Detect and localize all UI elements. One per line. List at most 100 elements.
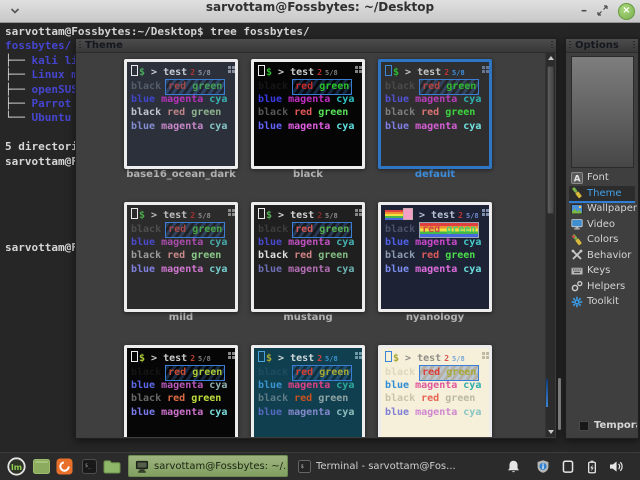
sidebar-item-video[interactable]: Video xyxy=(569,217,635,233)
sidebar-item-label: Theme xyxy=(587,188,622,199)
theme-panel-title: Theme xyxy=(76,39,556,53)
options-list: AFont Theme Wallpaper Video Colors BehaviorKe… xyxy=(569,170,635,310)
temporary-checkbox[interactable] xyxy=(579,421,589,431)
battery-icon[interactable] xyxy=(583,458,600,475)
keys-icon xyxy=(571,265,584,277)
taskbar-window-1[interactable]: sarvottam@Fossbytes: ~/... xyxy=(128,455,288,477)
launcher-green-app[interactable] xyxy=(31,456,51,476)
cursor-block-icon xyxy=(258,351,265,362)
theme-cell: $ > test25/8blackred greenblue magenta c… xyxy=(378,345,492,437)
mini-terminal-icon: $_ xyxy=(82,459,97,474)
scroll-down-icon[interactable] xyxy=(546,426,555,437)
theme-tile-mild[interactable]: $ > test25/8blackred greenblue magenta c… xyxy=(124,202,238,312)
tabs-grid-icon xyxy=(355,66,358,69)
green-app-icon xyxy=(33,459,50,474)
temporary-option[interactable]: Temporary xyxy=(579,420,637,431)
theme-tile-partial[interactable]: $ > test25/8blackred greenblue magenta c… xyxy=(378,345,492,437)
sidebar-item-colors[interactable]: Colors xyxy=(569,232,635,248)
wallpaper-icon xyxy=(571,203,584,215)
cursor-block-icon xyxy=(258,65,265,76)
theme-cell: $ > test25/8blackred greenblue magenta c… xyxy=(124,59,238,189)
volume-icon[interactable] xyxy=(607,458,624,475)
cursor-block-icon xyxy=(131,208,138,219)
scrollbar-accent xyxy=(546,379,548,407)
theme-cell: $ > test25/8blackred greenblue magenta c… xyxy=(251,59,365,189)
sidebar-item-label: Wallpaper xyxy=(587,203,637,214)
notifications-bell-icon[interactable] xyxy=(505,458,522,475)
sidebar-item-behavior[interactable]: Behavior xyxy=(569,248,635,264)
sidebar-item-label: Colors xyxy=(587,234,618,245)
taskbar-window-2[interactable]: $ Terminal - sarvottam@Fos... xyxy=(292,455,458,477)
launcher-mini-terminal[interactable]: $_ xyxy=(79,456,99,476)
close-button[interactable]: × xyxy=(618,3,635,20)
cursor-block-icon xyxy=(385,65,392,76)
options-panel: Options AFont Theme Wallpaper Video Colors Be… xyxy=(565,38,639,439)
nyan-cat-icon xyxy=(403,208,413,220)
taskbar-window-label: sarvottam@Fossbytes: ~/... xyxy=(154,461,288,472)
theme-tile-default[interactable]: $ > test25/8blackred greenblue magenta c… xyxy=(378,59,492,169)
helpers-icon xyxy=(571,280,584,292)
sidebar-item-toolkit[interactable]: Toolkit xyxy=(569,294,635,310)
svg-text:$: $ xyxy=(301,463,304,469)
launcher-orange-app[interactable] xyxy=(54,456,74,476)
cursor-block-icon xyxy=(131,65,138,76)
sidebar-item-label: Video xyxy=(587,219,615,230)
theme-cell: $ > test25/8blackred greenblue magenta c… xyxy=(378,59,492,189)
theme-cell: > test25/8blackred greenblue magenta cya… xyxy=(378,202,492,332)
theme-tile-mustang[interactable]: $ > test25/8blackred greenblue magenta c… xyxy=(251,202,365,312)
clipboard-icon[interactable] xyxy=(559,458,576,475)
sidebar-item-font[interactable]: AFont xyxy=(569,170,635,186)
sidebar-item-label: Toolkit xyxy=(587,296,619,307)
taskbar: lm $_ sarvottam@Fossbytes: ~/... $ Terminal… xyxy=(0,452,640,480)
tabs-grid-icon xyxy=(228,352,231,355)
mint-menu-icon: lm xyxy=(7,457,26,476)
restore-button[interactable] xyxy=(597,3,613,19)
theme-cell: $ > test25/8blackred greenblue magenta c… xyxy=(124,202,238,332)
theme-label: base16_ocean_dark xyxy=(124,169,238,189)
theme-tile-partial[interactable]: $ > test25/8blackred greenblue magenta c… xyxy=(124,345,238,437)
sidebar-item-theme[interactable]: Theme xyxy=(569,186,635,202)
launcher-file-manager[interactable] xyxy=(102,456,122,476)
minimize-button[interactable]: – xyxy=(576,3,592,19)
sidebar-item-label: Keys xyxy=(587,265,610,276)
options-panel-title: Options xyxy=(566,39,638,53)
theme-cell: $ > test25/8blackred greenblue magenta c… xyxy=(251,202,365,332)
theme-tile-base16_ocean_dark[interactable]: $ > test25/8blackred greenblue magenta c… xyxy=(124,59,238,169)
font-icon: A xyxy=(571,172,584,184)
nyan-rainbow-icon xyxy=(385,210,403,220)
theme-label: nyanology xyxy=(378,312,492,332)
tabs-grid-icon xyxy=(482,352,485,355)
tabs-grid-icon xyxy=(355,209,358,212)
theme-cell: $ > test25/8blackred greenblue magenta c… xyxy=(124,345,238,437)
tabs-grid-icon xyxy=(355,352,358,355)
tabs-grid-icon xyxy=(228,209,231,212)
svg-text:lm: lm xyxy=(11,463,22,472)
file-manager-icon xyxy=(103,459,121,474)
options-panel-body: AFont Theme Wallpaper Video Colors BehaviorKe… xyxy=(567,53,637,437)
sidebar-item-wallpaper[interactable]: Wallpaper xyxy=(569,201,635,217)
window-title: sarvottam@Fossbytes: ~/Desktop xyxy=(0,0,640,14)
scrollbar-thumb[interactable] xyxy=(547,66,554,214)
cursor-block-icon xyxy=(258,208,265,219)
cursor-block-icon xyxy=(385,351,392,362)
theme-label: mustang xyxy=(251,312,365,332)
theme-tile-nyanology[interactable]: > test25/8blackred greenblue magenta cya… xyxy=(378,202,492,312)
temporary-label: Temporary xyxy=(594,420,637,431)
theme-panel-body: $ > test25/8blackred greenblue magenta c… xyxy=(77,53,555,437)
theme-cell: $ > test25/8blackred greenblue magenta c… xyxy=(251,345,365,437)
taskbar-window-label: Terminal - sarvottam@Fos... xyxy=(316,461,456,472)
theme-label: mild xyxy=(124,312,238,332)
scroll-up-icon[interactable] xyxy=(546,53,555,64)
update-shield-icon[interactable] xyxy=(534,458,551,475)
theme-tile-black[interactable]: $ > test25/8blackred greenblue magenta c… xyxy=(251,59,365,169)
options-preview-box xyxy=(571,56,634,168)
panel-divider-handle[interactable] xyxy=(558,378,561,430)
tabs-grid-icon xyxy=(228,66,231,69)
svg-text:A: A xyxy=(574,174,581,184)
theme-tile-partial[interactable]: $ > test25/8blackred greenblue magenta c… xyxy=(251,345,365,437)
sidebar-item-helpers[interactable]: Helpers xyxy=(569,279,635,295)
launcher-mint-menu[interactable]: lm xyxy=(6,456,26,476)
sidebar-item-keys[interactable]: Keys xyxy=(569,263,635,279)
theme-scrollbar[interactable] xyxy=(545,53,555,437)
theme-grid: $ > test25/8blackred greenblue magenta c… xyxy=(124,59,492,437)
